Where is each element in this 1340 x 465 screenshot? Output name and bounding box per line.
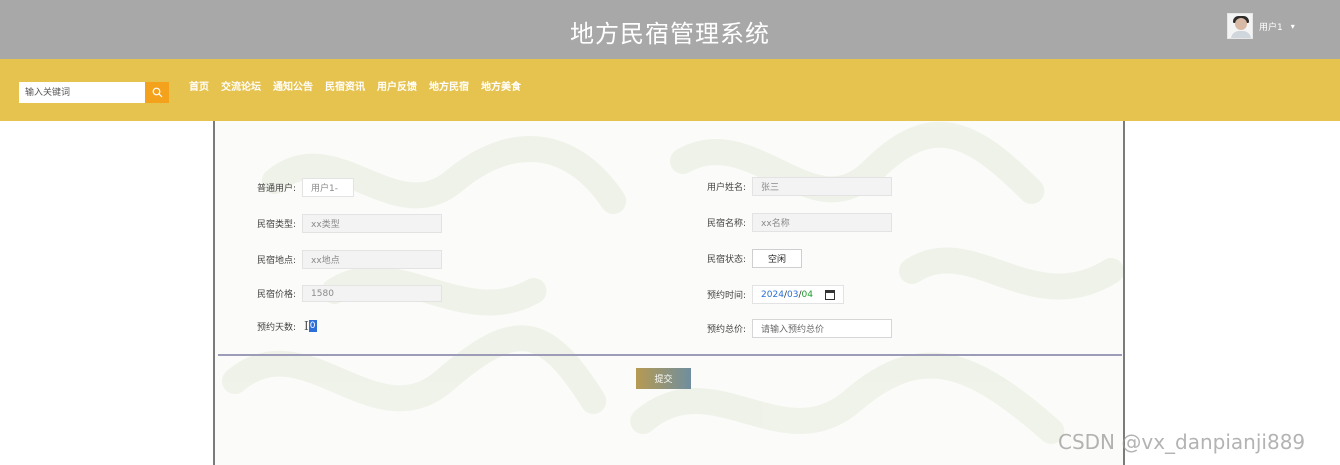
type-input[interactable]: xx类型 (302, 214, 443, 233)
user-name[interactable]: 用户1 (1259, 20, 1283, 33)
nav-item-food[interactable]: 地方美食 (481, 81, 521, 95)
field-total: 预约总价: 请输入预约总价 (707, 319, 893, 338)
price-input[interactable]: 1580 (302, 285, 443, 302)
days-input[interactable]: I 0 (304, 319, 317, 333)
field-days: 预约天数: I 0 (257, 319, 317, 333)
site-title: 地方民宿管理系统 (570, 20, 770, 48)
days-label: 预约天数: (257, 322, 297, 333)
nav-bar: 首页 交流论坛 通知公告 民宿资讯 用户反馈 地方民宿 地方美食 (0, 59, 1340, 121)
field-location: 民宿地点: xx地点 (257, 250, 443, 269)
realname-input[interactable]: 张三 (752, 177, 893, 196)
avatar[interactable] (1227, 13, 1253, 39)
nav-item-home[interactable]: 首页 (189, 81, 209, 95)
user-menu[interactable]: 用户1 ▾ (1227, 13, 1295, 39)
form-divider (218, 354, 1122, 356)
field-price: 民宿价格: 1580 (257, 285, 443, 302)
field-status: 民宿状态: 空闲 (707, 249, 803, 268)
watermark: CSDN @vx_danpianji889 (1058, 430, 1306, 454)
total-input[interactable]: 请输入预约总价 (752, 319, 893, 338)
nav-item-news[interactable]: 民宿资讯 (325, 81, 365, 95)
date-month: 03 (787, 289, 799, 300)
time-label: 预约时间: (707, 291, 747, 301)
search-button[interactable] (145, 82, 169, 103)
nav-item-forum[interactable]: 交流论坛 (221, 81, 261, 95)
location-input[interactable]: xx地点 (302, 250, 443, 269)
field-name: 民宿名称: xx名称 (707, 213, 893, 232)
field-user: 普通用户: 用户1- (257, 178, 355, 197)
calendar-icon[interactable] (824, 289, 835, 300)
top-header: 地方民宿管理系统 用户1 ▾ (0, 0, 1340, 59)
field-realname: 用户姓名: 张三 (707, 177, 893, 196)
name-label: 民宿名称: (707, 219, 747, 229)
status-label: 民宿状态: (707, 255, 747, 265)
type-label: 民宿类型: (257, 220, 297, 230)
date-input[interactable]: 2024 / 03 / 04 (752, 285, 844, 304)
date-year: 2024 (761, 289, 784, 300)
user-input[interactable]: 用户1- (302, 178, 355, 197)
nav-item-notice[interactable]: 通知公告 (273, 81, 313, 95)
days-value[interactable]: 0 (308, 320, 317, 332)
user-label: 普通用户: (257, 184, 297, 194)
date-day: 04 (801, 289, 813, 300)
nav-item-homestay[interactable]: 地方民宿 (429, 81, 469, 95)
field-time: 预约时间: 2024 / 03 / 04 (707, 285, 844, 304)
page: 地方民宿管理系统 用户1 ▾ 首页 交流论坛 通知公告 (0, 0, 1340, 465)
field-type: 民宿类型: xx类型 (257, 214, 443, 233)
booking-form-card: 普通用户: 用户1- 民宿类型: xx类型 民宿地点: xx地点 民宿价格: 1… (213, 121, 1125, 465)
realname-label: 用户姓名: (707, 183, 747, 193)
search-icon (152, 87, 162, 98)
search-input[interactable] (19, 82, 145, 103)
search-box (19, 82, 169, 103)
submit-button[interactable]: 提交 (636, 368, 691, 389)
chevron-down-icon[interactable]: ▾ (1291, 22, 1295, 31)
nav-menu: 首页 交流论坛 通知公告 民宿资讯 用户反馈 地方民宿 地方美食 (189, 81, 533, 95)
total-label: 预约总价: (707, 325, 747, 335)
status-select[interactable]: 空闲 (752, 249, 803, 268)
name-input[interactable]: xx名称 (752, 213, 893, 232)
location-label: 民宿地点: (257, 256, 297, 266)
price-label: 民宿价格: (257, 290, 297, 300)
nav-item-feedback[interactable]: 用户反馈 (377, 81, 417, 95)
